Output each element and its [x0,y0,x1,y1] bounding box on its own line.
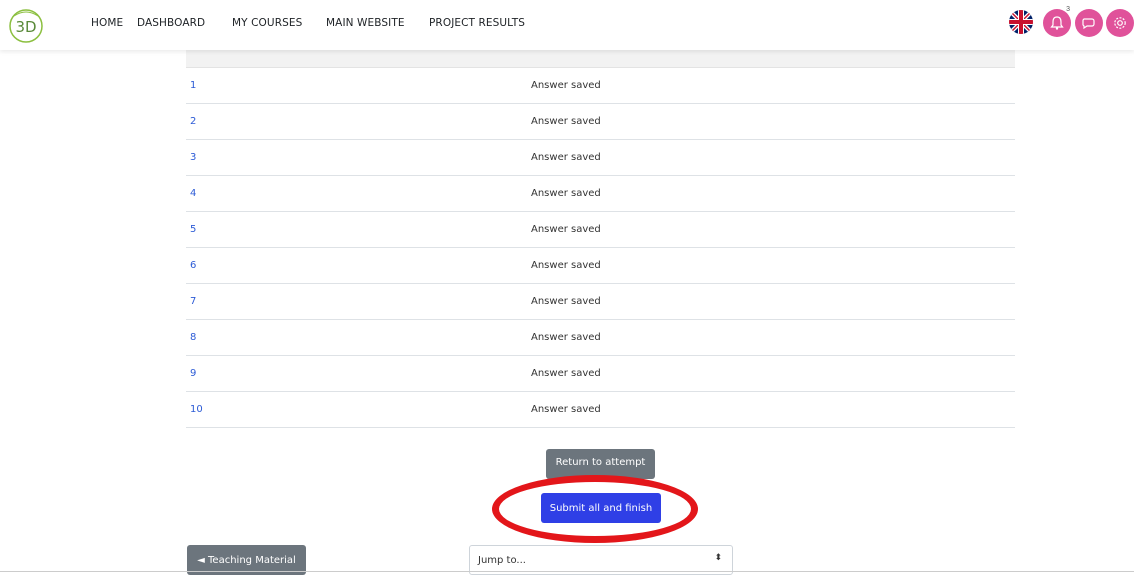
question-status: Answer saved [531,80,601,91]
messages-button[interactable] [1075,9,1103,37]
question-link[interactable]: 9 [190,368,196,379]
question-status: Answer saved [531,404,601,415]
table-row: 5 Answer saved [186,212,1015,248]
notification-count-badge: 3 [1066,6,1070,13]
question-status: Answer saved [531,260,601,271]
nav-main-website[interactable]: MAIN WEBSITE [326,17,405,29]
site-logo[interactable]: 3D [6,6,46,46]
table-header [186,50,1015,68]
question-link[interactable]: 2 [190,116,196,127]
table-row: 7 Answer saved [186,284,1015,320]
question-link[interactable]: 7 [190,296,196,307]
question-status: Answer saved [531,116,601,127]
question-link[interactable]: 4 [190,188,196,199]
table-row: 9 Answer saved [186,356,1015,392]
question-status: Answer saved [531,368,601,379]
table-row: 10 Answer saved [186,392,1015,428]
nav-dashboard[interactable]: DASHBOARD [137,17,205,29]
top-navbar: 3D HOME DASHBOARD MY COURSES MAIN WEBSIT… [0,0,1134,50]
question-link[interactable]: 8 [190,332,196,343]
question-status: Answer saved [531,296,601,307]
question-status: Answer saved [531,188,601,199]
bell-icon [1050,16,1064,30]
attempt-summary-table: 1 Answer saved 2 Answer saved 3 Answer s… [186,50,1015,428]
submit-all-and-finish-button[interactable]: Submit all and finish [541,493,661,523]
chat-icon [1082,18,1095,30]
settings-button[interactable] [1106,9,1134,37]
nav-my-courses[interactable]: MY COURSES [232,17,302,29]
question-link[interactable]: 6 [190,260,196,271]
table-row: 8 Answer saved [186,320,1015,356]
question-link[interactable]: 1 [190,80,196,91]
logo-text: 3D [15,18,36,36]
table-row: 1 Answer saved [186,68,1015,104]
question-status: Answer saved [531,224,601,235]
question-link[interactable]: 5 [190,224,196,235]
gear-icon [1114,17,1126,29]
question-status: Answer saved [531,152,601,163]
question-status: Answer saved [531,332,601,343]
select-arrows-icon: ⬍ [714,553,722,563]
table-row: 2 Answer saved [186,104,1015,140]
table-row: 3 Answer saved [186,140,1015,176]
question-link[interactable]: 3 [190,152,196,163]
notifications-button[interactable]: 3 [1043,6,1071,37]
jump-to-placeholder: Jump to... [478,555,526,566]
table-row: 4 Answer saved [186,176,1015,212]
question-link[interactable]: 10 [190,404,203,415]
nav-project-results[interactable]: PROJECT RESULTS [429,17,525,29]
nav-home[interactable]: HOME [91,17,123,29]
table-row: 6 Answer saved [186,248,1015,284]
language-flag-uk-icon[interactable] [1009,10,1033,34]
